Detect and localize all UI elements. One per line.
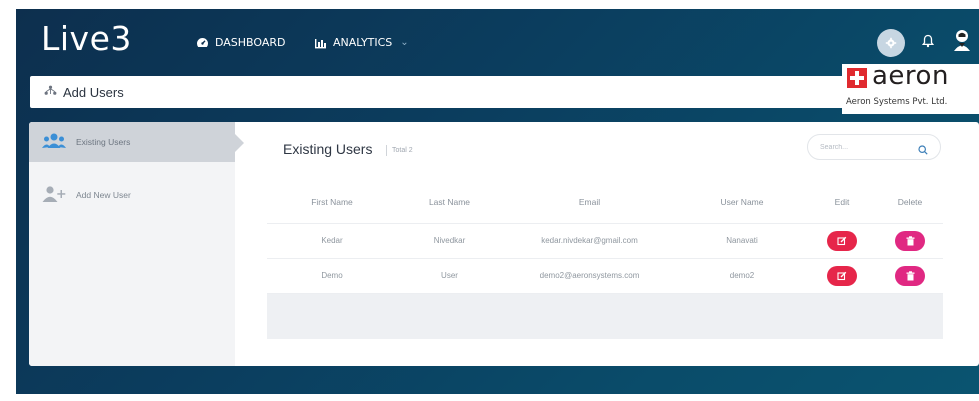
- cell-edit: [807, 258, 877, 294]
- top-navigation: Live3 DASHBOARD ANALYTICS ⌄: [16, 9, 979, 75]
- sidebar: Existing Users Add New User: [29, 122, 244, 366]
- edit-button[interactable]: [827, 265, 857, 286]
- user-add-icon: [42, 186, 66, 204]
- user-avatar-icon[interactable]: [952, 28, 972, 52]
- table-row: Demo User demo2@aeronsystems.com demo2: [267, 258, 943, 294]
- trash-icon: [906, 235, 914, 245]
- cell-delete: [877, 258, 943, 294]
- cell-delete: [877, 223, 943, 259]
- active-indicator-arrow: [235, 134, 244, 152]
- nav-dashboard[interactable]: DASHBOARD: [196, 36, 286, 49]
- content-card: Existing Users Add New User Existing Use…: [29, 122, 979, 366]
- total-count: Total 2: [392, 147, 413, 154]
- search-input[interactable]: [820, 143, 910, 151]
- search-box: [807, 134, 941, 160]
- sidebar-item-add-new-user[interactable]: Add New User: [29, 175, 235, 215]
- cell-user-name: demo2: [677, 258, 807, 294]
- page-title: Add Users: [63, 84, 124, 100]
- delete-button[interactable]: [895, 230, 925, 251]
- column-header-last-name: Last Name: [397, 182, 502, 224]
- cell-email: kedar.nivdekar@gmail.com: [502, 223, 677, 259]
- table-header-row: First Name Last Name Email User Name Edi…: [267, 182, 943, 224]
- brand-mark-icon: [847, 68, 867, 88]
- trash-icon: [906, 270, 914, 280]
- cell-last-name: Nivedkar: [397, 223, 502, 259]
- settings-icon: [885, 37, 897, 49]
- cell-user-name: Nanavati: [677, 223, 807, 259]
- edit-button[interactable]: [827, 230, 857, 251]
- table-row: Kedar Nivedkar kedar.nivdekar@gmail.com …: [267, 223, 943, 259]
- edit-icon: [837, 271, 847, 280]
- brand-logo: aeron Aeron Systems Pvt. Ltd.: [842, 61, 979, 114]
- settings-button[interactable]: [877, 29, 905, 57]
- chevron-down-icon: ⌄: [400, 37, 409, 48]
- analytics-icon: [314, 37, 327, 49]
- column-header-edit: Edit: [807, 182, 877, 224]
- cell-edit: [807, 223, 877, 259]
- cell-first-name: Demo: [267, 258, 397, 294]
- nav-analytics[interactable]: ANALYTICS ⌄: [314, 36, 409, 49]
- sidebar-item-label: Add New User: [76, 190, 131, 200]
- notifications-button[interactable]: [921, 34, 935, 53]
- sidebar-item-label: Existing Users: [76, 137, 131, 147]
- dashboard-icon: [196, 37, 209, 49]
- nav-analytics-label: ANALYTICS: [333, 36, 393, 49]
- cell-last-name: User: [397, 258, 502, 294]
- section-title: Existing Users: [283, 141, 373, 157]
- column-header-first-name: First Name: [267, 182, 397, 224]
- brand-name: aeron: [872, 61, 949, 91]
- bell-icon: [921, 34, 935, 48]
- sidebar-item-existing-users[interactable]: Existing Users: [29, 122, 235, 162]
- search-icon[interactable]: [918, 142, 928, 160]
- column-header-delete: Delete: [877, 182, 943, 224]
- page-header: Add Users: [30, 76, 965, 108]
- cell-email: demo2@aeronsystems.com: [502, 258, 677, 294]
- column-header-email: Email: [502, 182, 677, 224]
- table-panel: First Name Last Name Email User Name Edi…: [267, 182, 943, 339]
- app-window: Live3 DASHBOARD ANALYTICS ⌄ Add Users ae…: [16, 9, 979, 394]
- column-header-user-name: User Name: [677, 182, 807, 224]
- brand-subtitle: Aeron Systems Pvt. Ltd.: [846, 97, 948, 107]
- users-table: First Name Last Name Email User Name Edi…: [267, 182, 943, 294]
- edit-icon: [837, 236, 847, 245]
- users-group-icon: [42, 133, 66, 151]
- users-sitemap-icon: [44, 83, 57, 101]
- app-logo[interactable]: Live3: [41, 19, 132, 58]
- nav-dashboard-label: DASHBOARD: [215, 36, 286, 49]
- delete-button[interactable]: [895, 265, 925, 286]
- title-divider: [386, 145, 387, 156]
- cell-first-name: Kedar: [267, 223, 397, 259]
